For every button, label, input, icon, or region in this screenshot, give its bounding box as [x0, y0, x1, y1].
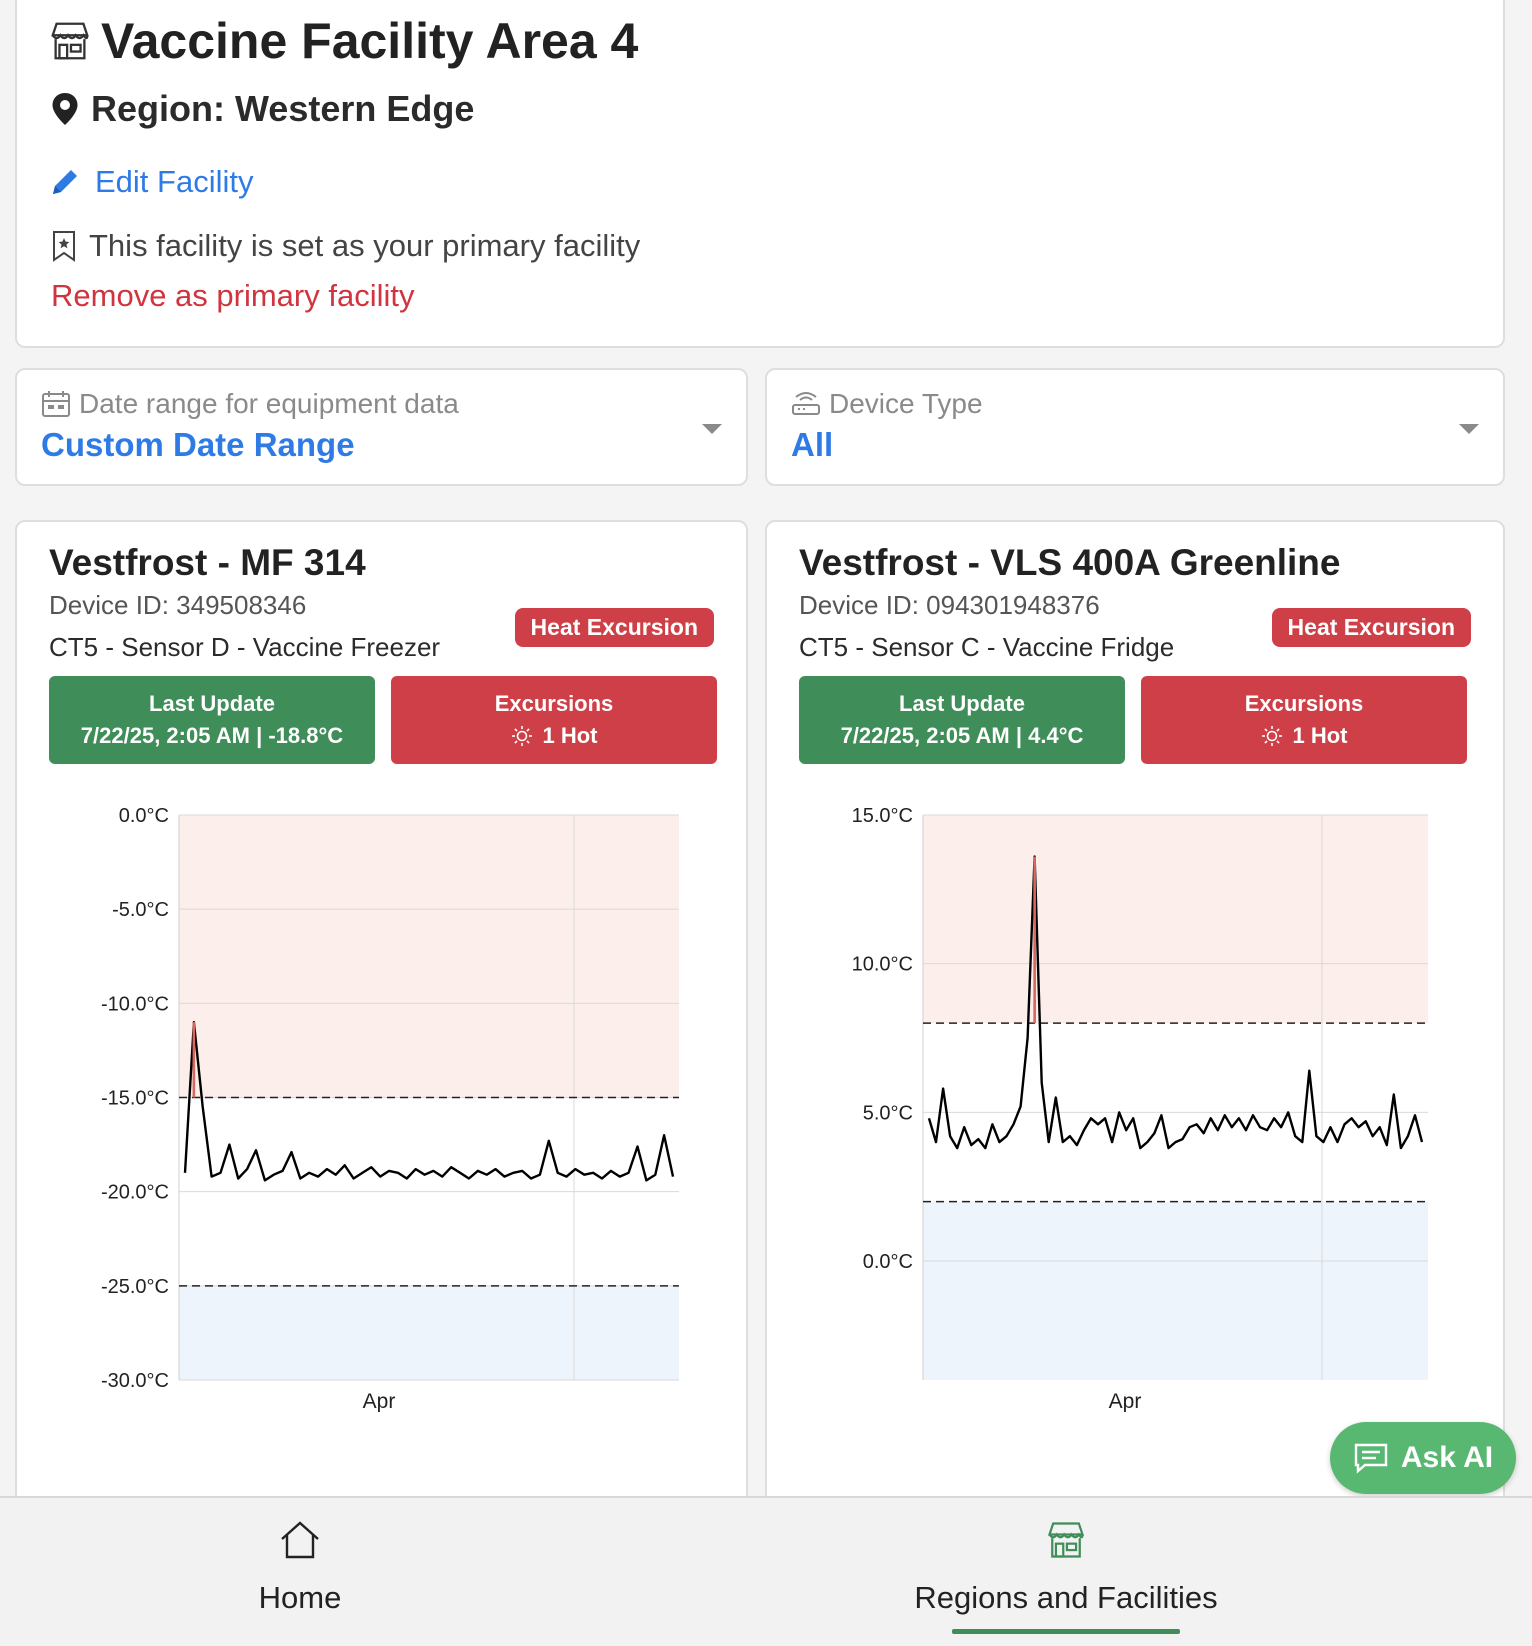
bookmark-star-icon: [51, 230, 77, 262]
remove-primary-row: Remove as primary facility: [51, 278, 414, 314]
excursions-value: 1 Hot: [542, 723, 598, 748]
nav-regions-label: Regions and Facilities: [914, 1580, 1218, 1615]
store-icon: [1047, 1522, 1085, 1558]
region-label: Region: Western Edge: [91, 88, 475, 129]
bottom-navigation: Home Regions and Facilities: [0, 1496, 1532, 1646]
device-sensor: CT5 - Sensor D - Vaccine Freezer: [49, 632, 441, 662]
y-tick-label: -20.0°C: [101, 1182, 169, 1204]
nav-regions-and-facilities[interactable]: Regions and Facilities: [816, 1498, 1316, 1646]
y-tick-label: -10.0°C: [101, 993, 169, 1015]
y-tick-label: -30.0°C: [101, 1370, 169, 1392]
x-tick-label: Apr: [363, 1390, 396, 1412]
y-tick-label: 0.0°C: [863, 1251, 913, 1273]
excursions-row: 1 Hot: [391, 723, 717, 749]
y-tick-label: 15.0°C: [852, 805, 913, 827]
date-range-label-row: Date range for equipment data: [41, 388, 459, 420]
temperature-chart: 15.0°C10.0°C5.0°C0.0°CAprDate and Time: [852, 805, 1428, 1412]
y-tick-label: -25.0°C: [101, 1276, 169, 1298]
edit-facility-label: Edit Facility: [95, 164, 254, 199]
excursions-box[interactable]: Excursions 1 Hot: [391, 676, 717, 764]
excursions-label: Excursions: [494, 691, 614, 716]
chevron-down-icon: [702, 424, 722, 434]
date-range-select[interactable]: Date range for equipment data Custom Dat…: [15, 368, 748, 486]
router-icon: [791, 391, 821, 417]
device-type-label-row: Device Type: [791, 388, 983, 420]
device-type-value: All: [791, 426, 834, 463]
y-tick-label: -5.0°C: [112, 899, 169, 921]
ask-ai-label: Ask AI: [1400, 1441, 1494, 1474]
home-icon: [281, 1521, 319, 1559]
y-tick-label: 10.0°C: [852, 954, 913, 976]
facility-header-card: Vaccine Facility Area 4 Region: Western …: [15, 0, 1505, 348]
cold-zone: [923, 1201, 1428, 1380]
page-title: Vaccine Facility Area 4: [101, 13, 639, 69]
primary-facility-text: This facility is set as your primary fac…: [89, 228, 641, 263]
excursions-row: 1 Hot: [1141, 723, 1467, 749]
device-id: Device ID: 094301948376: [799, 590, 1100, 620]
heat-excursion-badge: Heat Excursion: [1271, 608, 1471, 647]
excursions-label: Excursions: [1244, 691, 1364, 716]
last-update-value: 7/22/25, 2:05 AM | 4.4°C: [840, 723, 1084, 748]
y-tick-label: -15.0°C: [101, 1088, 169, 1110]
nav-home-label: Home: [258, 1580, 342, 1615]
excursions-box[interactable]: Excursions 1 Hot: [1141, 676, 1467, 764]
store-icon: [47, 18, 93, 64]
remove-primary-link[interactable]: Remove as primary facility: [51, 278, 414, 314]
x-tick-label: Apr: [1109, 1390, 1142, 1412]
active-tab-indicator: [952, 1629, 1180, 1634]
y-tick-label: 0.0°C: [119, 805, 169, 827]
last-update-box: Last Update 7/22/25, 2:05 AM | -18.8°C: [49, 676, 375, 764]
device-sensor: CT5 - Sensor C - Vaccine Fridge: [799, 632, 1175, 662]
device-title: Vestfrost - VLS 400A Greenline: [799, 542, 1341, 583]
device-card-mf314[interactable]: Vestfrost - MF 314 Device ID: 349508346 …: [15, 520, 748, 1646]
last-update-label: Last Update: [899, 691, 1025, 716]
device-type-label: Device Type: [829, 388, 983, 419]
excursions-value: 1 Hot: [1292, 723, 1348, 748]
device-id: Device ID: 349508346: [49, 590, 307, 620]
primary-facility-row: This facility is set as your primary fac…: [51, 228, 640, 264]
edit-facility-link[interactable]: Edit Facility: [49, 164, 253, 200]
last-update-label: Last Update: [149, 691, 275, 716]
pencil-icon: [49, 166, 81, 198]
ask-ai-button[interactable]: Ask AI: [1330, 1422, 1516, 1494]
date-range-value: Custom Date Range: [41, 426, 355, 463]
device-type-select[interactable]: Device Type All: [765, 368, 1505, 486]
sun-icon: [511, 726, 532, 746]
calendar-icon: [41, 390, 71, 418]
last-update-box: Last Update 7/22/25, 2:05 AM | 4.4°C: [799, 676, 1125, 764]
chevron-down-icon: [1459, 424, 1479, 434]
sun-icon: [1261, 726, 1282, 746]
hot-zone: [179, 815, 679, 1098]
heat-excursion-badge: Heat Excursion: [514, 608, 714, 647]
device-title: Vestfrost - MF 314: [49, 542, 366, 583]
y-tick-label: 5.0°C: [863, 1102, 913, 1124]
region-row: Region: Western Edge: [51, 88, 474, 130]
nav-home[interactable]: Home: [50, 1498, 550, 1646]
location-pin-icon: [51, 92, 79, 126]
date-range-label: Date range for equipment data: [79, 388, 459, 419]
temperature-chart: 0.0°C -5.0°C -10.0°C -15.0°C -20.0°C -25.0°C -…: [101, 805, 679, 1412]
facility-title-row: Vaccine Facility Area 4: [47, 12, 638, 70]
chat-icon: [1354, 1443, 1388, 1474]
hot-zone: [923, 815, 1428, 1024]
last-update-value: 7/22/25, 2:05 AM | -18.8°C: [80, 723, 344, 748]
cold-zone: [179, 1285, 679, 1380]
